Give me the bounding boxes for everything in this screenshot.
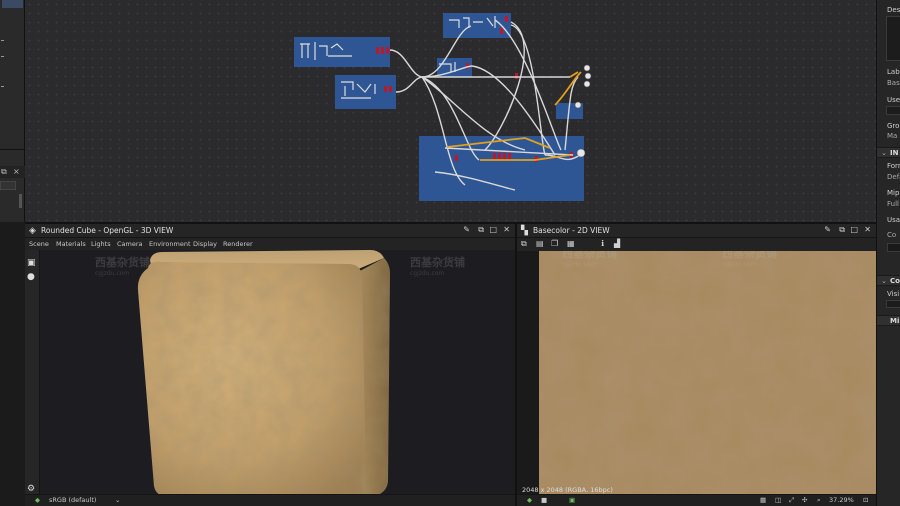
menu-environment[interactable]: Environment xyxy=(149,240,191,248)
maximize-icon[interactable]: □ xyxy=(850,225,858,234)
maximize-icon[interactable]: ⧉ xyxy=(1,167,7,177)
basecolor-texture xyxy=(517,251,876,496)
view-icon[interactable]: ◫ xyxy=(775,496,781,504)
copy-icon[interactable]: ⧉ xyxy=(521,239,527,249)
colorspace-dropdown[interactable]: sRGB (default) xyxy=(49,496,96,504)
cube-icon: ◈ xyxy=(29,226,36,236)
visible-field[interactable] xyxy=(886,300,900,308)
format-dropdown[interactable]: Defa xyxy=(887,173,900,181)
section-color[interactable]: ⌄ Co xyxy=(877,275,900,286)
group-label: Gro xyxy=(887,122,900,130)
usage-label: Usa xyxy=(887,216,900,224)
zoom-icon: ⌕ xyxy=(817,496,821,504)
2d-viewport[interactable]: 西基杂货铺 cgjzdu.com 西基杂货铺 cgjzdu.com 2048 x 2… xyxy=(517,251,876,496)
3d-view-statusbar: ◆ sRGB (default) ⌄ xyxy=(25,494,515,506)
user-label: Use xyxy=(887,96,900,104)
watermark: 西基杂货铺 cgjzdu.com xyxy=(410,256,465,277)
node-graph-canvas[interactable] xyxy=(25,0,876,222)
light-icon[interactable]: ● xyxy=(27,272,35,282)
usage-field[interactable]: Co xyxy=(887,231,896,239)
label-label: Lab xyxy=(887,68,900,76)
format-label: Form xyxy=(887,162,900,170)
menu-scene[interactable]: Scene xyxy=(29,240,49,248)
mipmaps-label: Mip xyxy=(887,189,900,197)
3d-view-titlebar: ◈ Rounded Cube - OpenGL - 3D VIEW ✎ ⧉ □ … xyxy=(25,224,515,238)
left-panel-header: ⧉ × xyxy=(0,166,25,178)
maximize-icon[interactable]: □ xyxy=(489,225,497,234)
section-input[interactable]: ⌄ IN xyxy=(877,147,900,158)
watermark: 西基杂货铺 cgjzdu.com xyxy=(722,251,777,268)
3d-viewport[interactable]: 西基杂货铺 cgjzdu.com 西基杂货铺 cgjzdu.com xyxy=(40,250,515,496)
layers-icon[interactable]: ❐ xyxy=(551,239,558,248)
menu-materials[interactable]: Materials xyxy=(56,240,86,248)
left-panel-field[interactable] xyxy=(0,181,16,190)
watermark: 西基杂货铺 cgjzdu.com xyxy=(562,251,617,268)
3d-tool-strip: ▣ ● ⚙ xyxy=(25,250,40,496)
description-label: Des xyxy=(887,6,900,14)
colorspace-icon[interactable]: ◆ xyxy=(527,496,532,504)
close-icon[interactable]: × xyxy=(13,167,20,176)
2d-view-title: Basecolor - 2D VIEW xyxy=(533,226,610,235)
3d-view-title: Rounded Cube - OpenGL - 3D VIEW xyxy=(41,226,174,235)
grid-icon[interactable]: ▦ xyxy=(760,496,766,504)
2d-view-panel: ▚ Basecolor - 2D VIEW ✎ ⧉ □ ✕ ⧉ ▤ ❐ ▦ ℹ … xyxy=(515,222,876,506)
left-panel-dash xyxy=(1,40,4,41)
close-icon[interactable]: ✕ xyxy=(864,225,871,234)
visible-label: Visi xyxy=(887,290,900,298)
2d-view-toolbar: ⧉ ▤ ❐ ▦ ℹ ▟ xyxy=(517,238,876,251)
scrollbar[interactable] xyxy=(19,194,22,208)
center-icon[interactable]: ✣ xyxy=(802,496,807,504)
undock-icon[interactable]: ⧉ xyxy=(478,225,484,235)
menu-display[interactable]: Display xyxy=(193,240,217,248)
checker-icon: ▚ xyxy=(521,226,528,236)
camera-icon[interactable]: ▣ xyxy=(27,258,36,268)
zoom-value[interactable]: 37.29% xyxy=(829,496,854,504)
watermark: 西基杂货铺 cgjzdu.com xyxy=(95,256,150,277)
properties-panel: Des Lab Bas Use Gro Ma ⌄ IN Form Defa Mi… xyxy=(876,0,900,506)
left-panel-strip: ⧉ × xyxy=(0,0,25,222)
menu-camera[interactable]: Camera xyxy=(117,240,143,248)
3d-view-panel: ◈ Rounded Cube - OpenGL - 3D VIEW ✎ ⧉ □ … xyxy=(25,222,515,506)
background-swatch[interactable]: ■ xyxy=(541,496,547,504)
lock-icon[interactable]: ⊡ xyxy=(863,496,868,504)
divider xyxy=(0,149,25,150)
info-icon[interactable]: ℹ xyxy=(601,239,604,248)
close-icon[interactable]: ✕ xyxy=(503,225,510,234)
description-field[interactable] xyxy=(886,16,900,61)
chevron-down-icon: ⌄ xyxy=(881,277,887,285)
graph-drawing xyxy=(294,13,592,201)
2d-view-statusbar: ◆ ■ ▣ ▦ ◫ ⤢ ✣ ⌕ 37.29% ⊡ xyxy=(517,494,876,506)
menu-lights[interactable]: Lights xyxy=(91,240,111,248)
section-misc[interactable]: Mi xyxy=(877,315,900,326)
selected-item-highlight[interactable] xyxy=(2,0,23,8)
pin-icon[interactable]: ✎ xyxy=(463,225,470,234)
user-field[interactable] xyxy=(886,106,900,115)
save-icon[interactable]: ▤ xyxy=(536,239,544,248)
3d-view-menubar: Scene Materials Lights Camera Environmen… xyxy=(25,238,515,250)
texture-resolution: 2048 x 2048 (RGBA, 16bpc) xyxy=(522,486,613,494)
left-panel-dash xyxy=(1,86,4,87)
left-panel-dash xyxy=(1,56,4,57)
histogram-icon[interactable]: ▟ xyxy=(614,239,620,248)
mipmaps-dropdown[interactable]: Full xyxy=(887,200,899,208)
chevron-down-icon: ⌄ xyxy=(881,149,887,157)
rounded-cube-render xyxy=(137,250,390,496)
menu-renderer[interactable]: Renderer xyxy=(223,240,253,248)
fit-icon[interactable]: ⤢ xyxy=(789,496,794,505)
settings-icon[interactable]: ⚙ xyxy=(27,484,35,494)
pin-icon[interactable]: ✎ xyxy=(824,225,831,234)
colorspace-icon[interactable]: ◆ xyxy=(35,496,40,504)
undock-icon[interactable]: ⧉ xyxy=(839,225,845,235)
tile-icon[interactable]: ▣ xyxy=(569,496,575,504)
channels-icon[interactable]: ▦ xyxy=(567,239,575,248)
usage-swatch[interactable] xyxy=(887,243,900,252)
chevron-down-icon[interactable]: ⌄ xyxy=(115,496,120,504)
label-field[interactable]: Bas xyxy=(887,79,900,87)
2d-view-titlebar: ▚ Basecolor - 2D VIEW ✎ ⧉ □ ✕ xyxy=(517,224,876,238)
group-field[interactable]: Ma xyxy=(887,132,897,140)
